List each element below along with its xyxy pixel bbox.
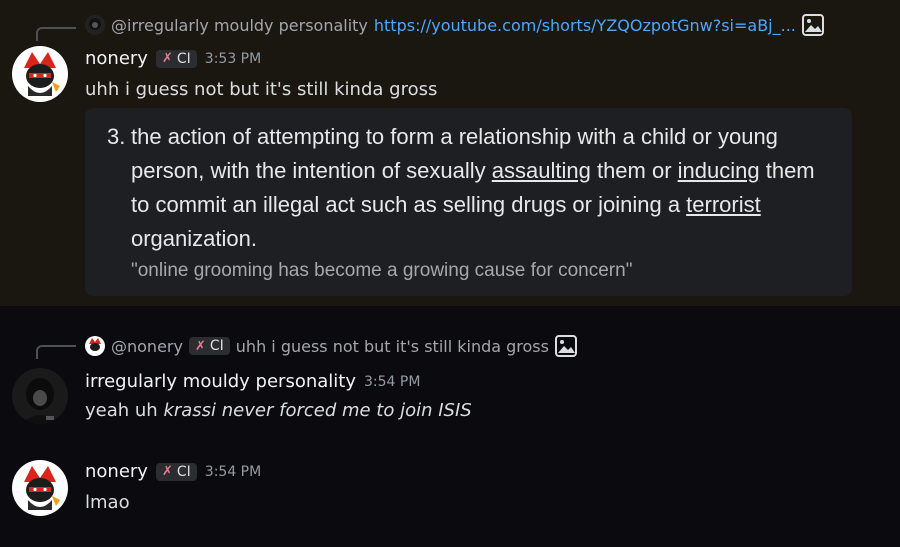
username[interactable]: irregularly mouldy personality bbox=[85, 371, 356, 392]
message-text: uhh i guess not but it's still kinda gro… bbox=[85, 79, 438, 100]
timestamp[interactable]: 3:54 PM bbox=[364, 374, 420, 390]
reply-connector bbox=[36, 27, 76, 41]
timestamp[interactable]: 3:54 PM bbox=[205, 464, 261, 480]
reply-avatar bbox=[85, 336, 105, 356]
role-tag[interactable]: ✗ CI bbox=[188, 337, 230, 355]
message-text: lmao bbox=[85, 492, 130, 513]
definition: 3. the action of attempting to form a re… bbox=[107, 120, 836, 256]
definition-number: 3. bbox=[107, 124, 126, 149]
tag-label: CI bbox=[209, 338, 224, 354]
role-tag[interactable]: ✗ CI bbox=[155, 49, 197, 68]
reply-author[interactable]: @irregularly mouldy personality bbox=[111, 16, 368, 35]
image-icon[interactable] bbox=[801, 14, 824, 36]
tag-label: CI bbox=[176, 463, 191, 480]
tag-label: CI bbox=[176, 50, 191, 67]
reply-preview[interactable]: @nonery ✗ CI uhh i guess not but it's st… bbox=[85, 335, 577, 357]
definition-example: "online grooming has become a growing ca… bbox=[131, 260, 633, 281]
avatar[interactable] bbox=[12, 460, 68, 516]
username[interactable]: nonery bbox=[85, 48, 148, 69]
embedded-image[interactable]: 3. the action of attempting to form a re… bbox=[85, 108, 852, 296]
reply-connector bbox=[36, 345, 76, 359]
reply-preview[interactable]: @irregularly mouldy personality https://… bbox=[85, 14, 824, 36]
sword-icon: ✗ bbox=[161, 51, 173, 66]
message-text: yeah uh krassi never forced me to join I… bbox=[85, 400, 472, 421]
username[interactable]: nonery bbox=[85, 461, 148, 482]
role-tag[interactable]: ✗ CI bbox=[155, 462, 197, 481]
avatar[interactable] bbox=[12, 368, 68, 424]
reply-link[interactable]: https://youtube.com/shorts/YZQOzpotGnw?s… bbox=[374, 16, 796, 35]
message-3: nonery ✗ CI 3:54 PM lmao bbox=[0, 456, 900, 536]
message-header: nonery ✗ CI 3:53 PM bbox=[85, 48, 261, 69]
message-header: nonery ✗ CI 3:54 PM bbox=[85, 461, 261, 482]
timestamp[interactable]: 3:53 PM bbox=[205, 51, 261, 67]
reply-text[interactable]: uhh i guess not but it's still kinda gro… bbox=[236, 337, 549, 356]
message-header: irregularly mouldy personality 3:54 PM bbox=[85, 371, 420, 392]
message-2: @nonery ✗ CI uhh i guess not but it's st… bbox=[0, 330, 900, 440]
image-icon[interactable] bbox=[554, 335, 577, 357]
reply-avatar bbox=[85, 15, 105, 35]
avatar[interactable] bbox=[12, 46, 68, 102]
sword-icon: ✗ bbox=[161, 464, 173, 479]
message-1: @irregularly mouldy personality https://… bbox=[0, 0, 900, 306]
reply-author[interactable]: @nonery bbox=[111, 337, 183, 356]
sword-icon: ✗ bbox=[194, 338, 206, 354]
definition-text: the action of attempting to form a relat… bbox=[131, 124, 815, 251]
